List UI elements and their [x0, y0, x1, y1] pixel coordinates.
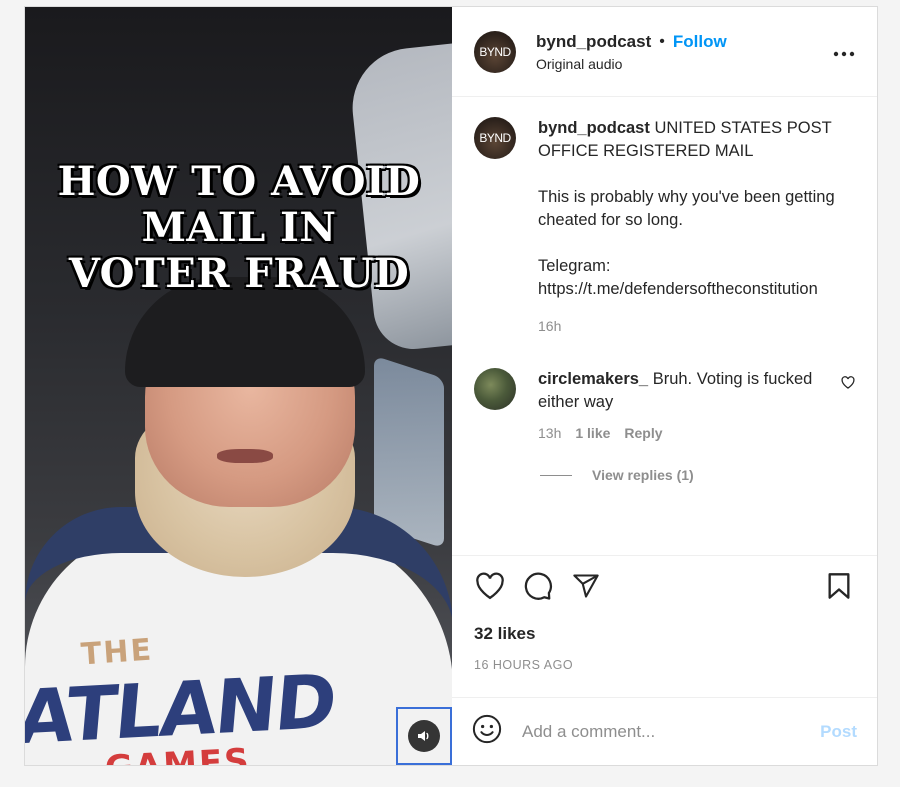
more-options-icon[interactable]	[833, 40, 855, 63]
post-comment-button[interactable]: Post	[820, 722, 857, 742]
header-names: bynd_podcast • Follow Original audio	[536, 32, 833, 72]
post-video[interactable]: THE ATLAND GAMES HOW TO AVOID MAIL IN VO…	[25, 7, 452, 765]
follow-button[interactable]: Follow	[673, 32, 727, 52]
comment-likes[interactable]: 1 like	[575, 422, 610, 445]
comment-timestamp[interactable]: 13h	[538, 422, 561, 445]
comment-bubble-icon[interactable]	[522, 570, 554, 602]
likes-count[interactable]: 32 likes	[474, 624, 855, 644]
emoji-icon[interactable]	[472, 714, 502, 749]
mouth	[217, 449, 273, 463]
replies-divider	[540, 474, 572, 476]
caption-body: bynd_podcast UNITED STATES POST OFFICE R…	[538, 117, 838, 338]
audio-link[interactable]: Original audio	[536, 56, 833, 72]
caption-timestamp[interactable]: 16h	[538, 315, 838, 338]
like-heart-icon[interactable]	[474, 570, 506, 602]
post-header: BYND bynd_podcast • Follow Original audi…	[452, 7, 877, 97]
username-link[interactable]: bynd_podcast	[536, 32, 651, 52]
caption-link[interactable]: https://t.me/defendersoftheconstitution	[538, 278, 838, 301]
post-actions: 32 likes 16 HOURS AGO	[452, 555, 877, 697]
save-bookmark-icon[interactable]	[823, 570, 855, 602]
avatar-text: BYND	[479, 44, 511, 59]
caption-line-3: Telegram:	[538, 257, 611, 275]
comment-username[interactable]: circlemakers_	[538, 370, 648, 388]
avatar-text: BYND	[479, 131, 511, 145]
comment-like-heart-icon[interactable]	[841, 376, 855, 394]
overlay-line-3: VOTER FRAUD	[68, 250, 410, 297]
comment-item: circlemakers_ Bruh. Voting is fucked eit…	[474, 368, 855, 445]
avatar[interactable]	[474, 368, 516, 410]
speaker-icon	[408, 720, 440, 752]
shirt-text-small: THE	[79, 632, 155, 673]
overlay-line-1: HOW TO AVOID	[57, 158, 421, 205]
post-age[interactable]: 16 HOURS AGO	[474, 658, 855, 672]
overlay-line-2: MAIL IN	[141, 204, 337, 251]
separator-dot: •	[659, 32, 665, 50]
post-dialog: THE ATLAND GAMES HOW TO AVOID MAIL IN VO…	[24, 6, 878, 766]
caption-username[interactable]: bynd_podcast	[538, 119, 650, 137]
mute-toggle-button[interactable]	[396, 707, 452, 765]
avatar[interactable]: BYND	[474, 30, 516, 73]
comment-meta: 13h 1 like Reply	[538, 422, 818, 445]
video-overlay-title: HOW TO AVOID MAIL IN VOTER FRAUD	[25, 159, 452, 297]
view-replies-button[interactable]: View replies (1)	[540, 467, 855, 483]
comment-input[interactable]	[522, 721, 821, 742]
comments-section[interactable]: BYND bynd_podcast UNITED STATES POST OFF…	[452, 97, 877, 555]
post-side-panel: BYND bynd_podcast • Follow Original audi…	[452, 7, 877, 765]
avatar[interactable]: BYND	[474, 117, 516, 159]
reply-button[interactable]: Reply	[624, 422, 662, 445]
caption: BYND bynd_podcast UNITED STATES POST OFF…	[474, 117, 855, 338]
caption-line-2: This is probably why you've been getting…	[538, 188, 835, 229]
add-comment-bar: Post	[452, 697, 877, 765]
view-replies-label: View replies (1)	[592, 467, 694, 483]
share-paper-plane-icon[interactable]	[570, 570, 602, 602]
comment-body: circlemakers_ Bruh. Voting is fucked eit…	[538, 368, 818, 445]
